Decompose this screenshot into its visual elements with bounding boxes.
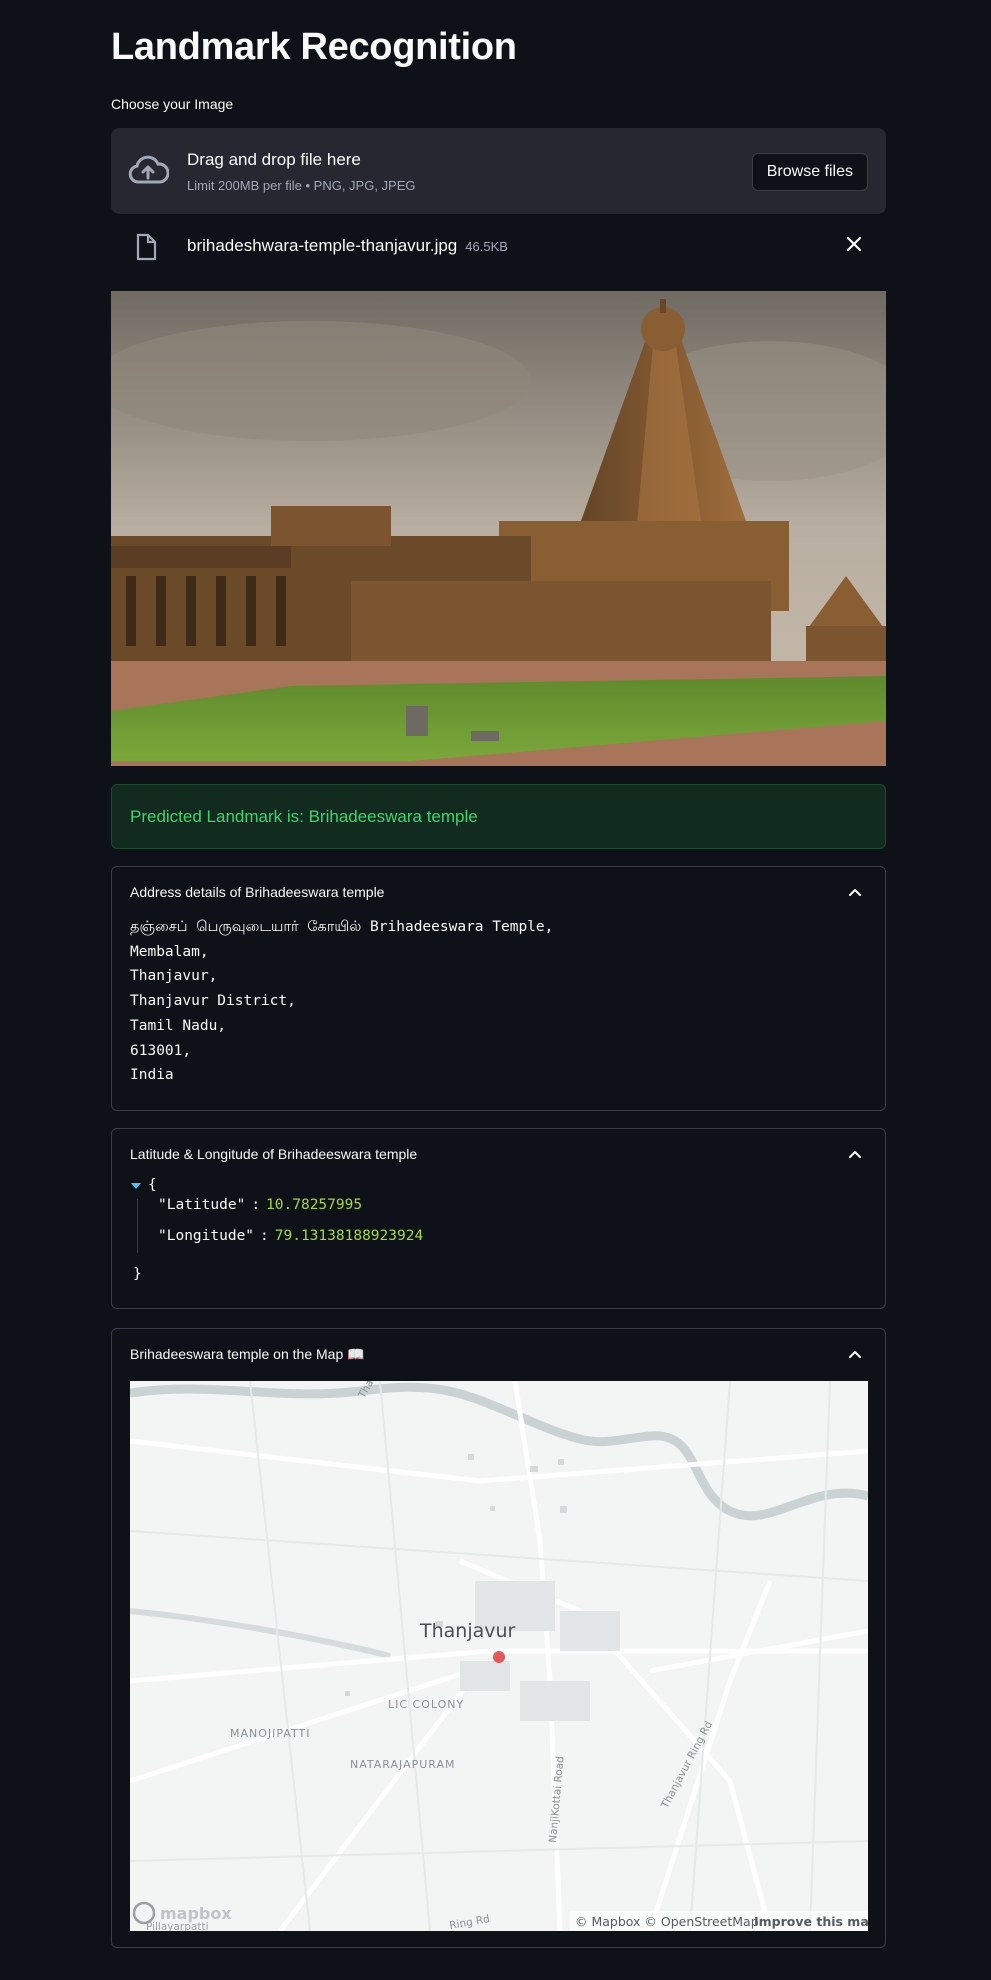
- map-attribution[interactable]: © Mapbox © OpenStreetMap: [575, 1914, 759, 1929]
- file-icon: [136, 233, 157, 261]
- map-expander[interactable]: Brihadeeswara temple on the Map 📖 Thanja…: [111, 1328, 886, 1948]
- longitude-value: 79.13138188923924: [274, 1228, 424, 1244]
- latitude-key: "Latitude": [158, 1197, 246, 1213]
- mapbox-logo-text: mapbox: [160, 1904, 232, 1923]
- prediction-text: Predicted Landmark is: Brihadeeswara tem…: [130, 807, 478, 826]
- chevron-up-icon[interactable]: [847, 1147, 863, 1163]
- coordinates-expander-title[interactable]: Latitude & Longitude of Brihadeeswara te…: [130, 1146, 417, 1162]
- dropzone-title: Drag and drop file here: [187, 150, 361, 169]
- map-label-city: Thanjavur: [419, 1620, 516, 1642]
- json-longitude-row: "Longitude":79.13138188923924: [158, 1228, 423, 1244]
- map-canvas[interactable]: Thanjavur LIC COLONY MANOJIPATTI NATARAJ…: [130, 1381, 868, 1931]
- map-view[interactable]: Thanjavur LIC COLONY MANOJIPATTI NATARAJ…: [130, 1381, 868, 1931]
- latitude-value: 10.78257995: [266, 1197, 363, 1213]
- json-indent-guide: [137, 1199, 138, 1253]
- map-label-manojipatti: MANOJIPATTI: [230, 1727, 310, 1740]
- remove-file-icon[interactable]: [842, 232, 866, 256]
- file-dropzone[interactable]: Drag and drop file here Limit 200MB per …: [111, 128, 886, 214]
- address-expander-title[interactable]: Address details of Brihadeeswara temple: [130, 884, 384, 900]
- dropzone-limits: Limit 200MB per file • PNG, JPG, JPEG: [187, 178, 416, 193]
- temple-photo: [111, 291, 886, 766]
- improve-map-link[interactable]: Improve this map: [754, 1914, 868, 1929]
- file-size: 46.5KB: [465, 239, 508, 254]
- file-name-label: brihadeshwara-temple-thanjavur.jpg 46.5KB: [187, 236, 508, 256]
- json-open-brace: {: [148, 1177, 157, 1193]
- json-colon: :: [260, 1228, 269, 1244]
- uploader-label: Choose your Image: [111, 96, 234, 112]
- prediction-alert: Predicted Landmark is: Brihadeeswara tem…: [111, 784, 886, 849]
- json-latitude-row: "Latitude":10.78257995: [158, 1197, 362, 1213]
- chevron-up-icon[interactable]: [847, 885, 863, 901]
- uploaded-image: [111, 291, 886, 766]
- address-expander[interactable]: Address details of Brihadeeswara temple …: [111, 866, 886, 1111]
- map-label-lic-colony: LIC COLONY: [388, 1698, 464, 1711]
- page-title: Landmark Recognition: [111, 26, 517, 68]
- browse-files-button[interactable]: Browse files: [751, 153, 868, 191]
- chevron-up-icon[interactable]: [847, 1347, 863, 1363]
- address-code-block: தஞ்சைப் பெருவுடையார் கோயில் Brihadeeswar…: [130, 919, 554, 1084]
- uploaded-file-row: brihadeshwara-temple-thanjavur.jpg 46.5KB: [111, 228, 886, 264]
- coordinates-expander[interactable]: Latitude & Longitude of Brihadeeswara te…: [111, 1128, 886, 1309]
- map-label-natarajapuram: NATARAJAPURAM: [350, 1758, 456, 1771]
- longitude-key: "Longitude": [158, 1228, 255, 1244]
- map-expander-title[interactable]: Brihadeeswara temple on the Map 📖: [130, 1346, 365, 1363]
- file-name: brihadeshwara-temple-thanjavur.jpg: [187, 236, 458, 255]
- collapse-caret-icon[interactable]: [130, 1181, 142, 1193]
- json-close-brace: }: [133, 1266, 142, 1282]
- cloud-upload-icon: [128, 155, 169, 184]
- json-colon: :: [251, 1197, 261, 1213]
